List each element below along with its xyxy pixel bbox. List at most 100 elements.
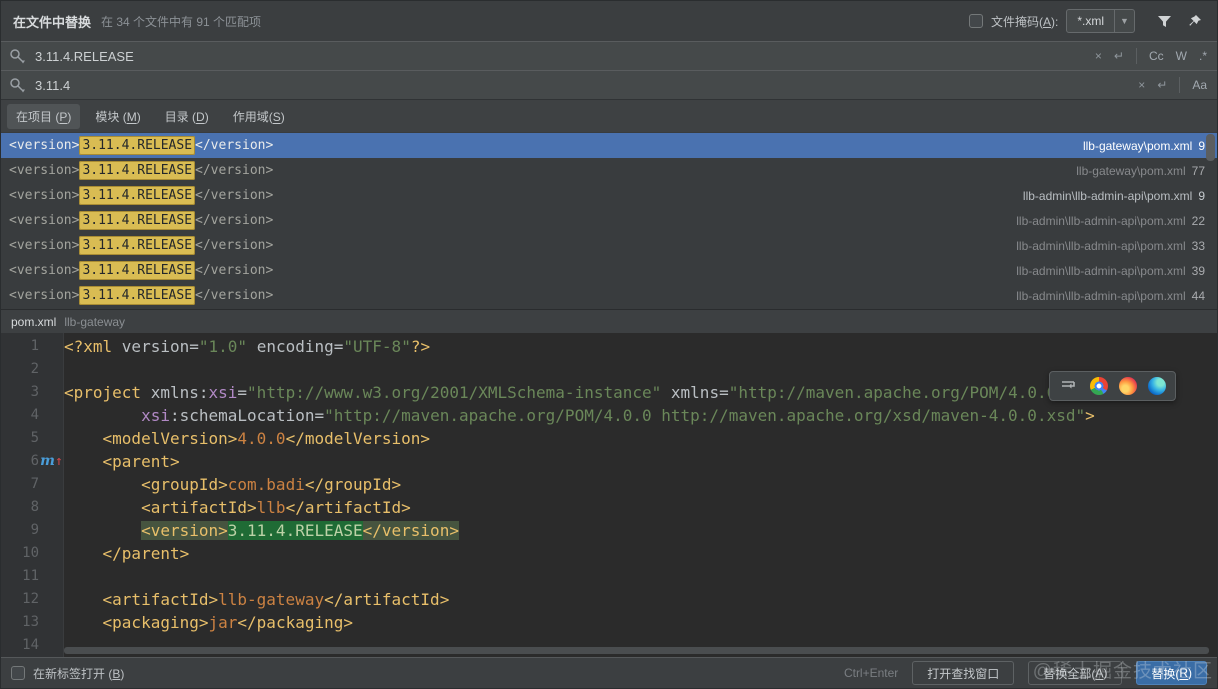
code-line[interactable]: 11 — [1, 565, 1217, 588]
scope-tab-P[interactable]: 在项目 (P) — [7, 103, 81, 129]
result-row[interactable]: <version> 3.11.4.RELEASE </version> llb-adm… — [1, 233, 1217, 258]
code-line[interactable]: 5 <modelVersion>4.0.0</modelVersion> — [1, 427, 1217, 450]
line-number: 8 — [30, 499, 39, 515]
scope-tab-M[interactable]: 模块 (M) — [86, 104, 149, 129]
preview-module-name: llb-gateway — [64, 314, 126, 329]
dialog-footer: 在新标签打开 (B) Ctrl+Enter 打开查找窗口 替换全部(A) 替换(… — [1, 657, 1217, 688]
file-mask-label: 文件掩码(A): — [990, 14, 1059, 29]
match-highlight: 3.11.4.RELEASE — [79, 261, 196, 280]
pin-icon[interactable] — [1183, 10, 1205, 32]
dialog-title: 在文件中替换 — [13, 14, 92, 30]
replace-field-row: 3.11.4 × ↵ Aa — [1, 70, 1217, 99]
regex-toggle[interactable]: .* — [1199, 49, 1207, 63]
divider — [1135, 48, 1137, 64]
match-highlight: 3.11.4.RELEASE — [79, 186, 196, 205]
match-highlight: 3.11.4.RELEASE — [79, 136, 196, 155]
match-snippet: <version> 3.11.4.RELEASE </version> — [9, 261, 274, 280]
shortcut-hint: Ctrl+Enter — [843, 666, 899, 680]
scope-tab-S[interactable]: 作用域(S) — [224, 104, 294, 129]
file-location: llb-admin\llb-admin-api\pom.xml 33 — [1016, 238, 1205, 253]
wrap-icon[interactable] — [1059, 377, 1079, 395]
whole-words-toggle[interactable]: W — [1176, 49, 1187, 63]
match-snippet: <version> 3.11.4.RELEASE </version> — [9, 186, 274, 205]
code-line[interactable]: 4 xsi:schemaLocation="http://maven.apach… — [1, 404, 1217, 427]
replace-button[interactable]: 替换(R) — [1136, 661, 1207, 685]
search-icon[interactable] — [9, 48, 27, 64]
line-number: 11 — [22, 568, 39, 584]
result-row[interactable]: <version> 3.11.4.RELEASE </version> llb-adm… — [1, 258, 1217, 283]
match-snippet: <version> 3.11.4.RELEASE </version> — [9, 286, 274, 305]
match-snippet: <version> 3.11.4.RELEASE </version> — [9, 161, 274, 180]
file-location: llb-admin\llb-admin-api\pom.xml 22 — [1016, 213, 1205, 228]
code-line[interactable]: 3 <project xmlns:xsi="http://www.w3.org/2… — [1, 381, 1217, 404]
edge-icon[interactable] — [1148, 377, 1166, 395]
code-area: 1 <?xml version="1.0" encoding="UTF-8"?> 2… — [1, 335, 1217, 657]
insert-newline-icon[interactable]: ↵ — [1157, 78, 1167, 92]
horizontal-scrollbar[interactable] — [64, 647, 1209, 654]
line-number: 6 — [30, 453, 39, 469]
match-summary: 在 34 个文件中有 91 个匹配项 — [101, 14, 262, 29]
maven-parent-icon[interactable]: m ↑ — [39, 450, 64, 473]
match-case-toggle[interactable]: Cc — [1149, 49, 1164, 63]
chevron-down-icon[interactable]: ▼ — [1114, 10, 1134, 32]
file-mask-checkbox[interactable] — [968, 14, 983, 28]
replace-all-button[interactable]: 替换全部(A) — [1028, 661, 1123, 685]
match-snippet: <version> 3.11.4.RELEASE </version> — [9, 211, 274, 230]
line-number: 13 — [22, 614, 39, 630]
filter-icon[interactable] — [1153, 10, 1175, 32]
file-location: llb-admin\llb-admin-api\pom.xml 39 — [1016, 263, 1205, 278]
replace-in-files-dialog: 在文件中替换 在 34 个文件中有 91 个匹配项 文件掩码(A): *.xml… — [0, 0, 1218, 689]
result-row[interactable]: <version> 3.11.4.RELEASE </version> llb-gat… — [1, 133, 1217, 158]
preview-header: pom.xml llb-gateway — [1, 309, 1217, 333]
clear-replace-icon[interactable]: × — [1138, 78, 1145, 92]
replace-input[interactable]: 3.11.4 — [35, 78, 70, 93]
match-snippet: <version> 3.11.4.RELEASE </version> — [9, 236, 274, 255]
firefox-icon[interactable] — [1119, 377, 1137, 395]
result-row[interactable]: <version> 3.11.4.RELEASE </version> llb-gat… — [1, 158, 1217, 183]
match-highlight: 3.11.4.RELEASE — [79, 286, 196, 305]
result-row[interactable]: <version> 3.11.4.RELEASE </version> llb-adm… — [1, 183, 1217, 208]
result-list: <version> 3.11.4.RELEASE </version> llb-gat… — [1, 132, 1217, 309]
clear-search-icon[interactable]: × — [1095, 49, 1102, 63]
code-line[interactable]: 13 <packaging>jar</packaging> — [1, 611, 1217, 634]
search-field-row: 3.11.4.RELEASE × ↵ Cc W .* — [1, 41, 1217, 70]
match-highlight: 3.11.4.RELEASE — [79, 211, 196, 230]
file-location: llb-gateway\pom.xml 77 — [1076, 163, 1205, 178]
line-number: 1 — [30, 338, 39, 354]
line-number: 3 — [30, 384, 39, 400]
code-line[interactable]: 2 — [1, 358, 1217, 381]
line-number: 10 — [22, 545, 39, 561]
insert-newline-icon[interactable]: ↵ — [1114, 49, 1124, 63]
code-line[interactable]: 6 m ↑ <parent> — [1, 450, 1217, 473]
code-line[interactable]: 12 <artifactId>llb-gateway</artifactId> — [1, 588, 1217, 611]
result-row[interactable]: <version> 3.11.4.RELEASE </version> llb-adm… — [1, 208, 1217, 233]
replace-icon[interactable] — [9, 77, 27, 93]
file-mask-value: *.xml — [1077, 14, 1104, 28]
vertical-scrollbar[interactable] — [1206, 134, 1215, 161]
code-line[interactable]: 7 <groupId>com.badi</groupId> — [1, 473, 1217, 496]
dialog-titlebar: 在文件中替换 在 34 个文件中有 91 个匹配项 文件掩码(A): *.xml… — [1, 1, 1217, 41]
search-input[interactable]: 3.11.4.RELEASE — [35, 49, 134, 64]
preserve-case-toggle[interactable]: Aa — [1192, 78, 1207, 92]
result-row[interactable]: <version> 3.11.4.RELEASE </version> llb-adm… — [1, 283, 1217, 308]
file-location: llb-admin\llb-admin-api\pom.xml 9 — [1022, 188, 1205, 203]
code-line[interactable]: 1 <?xml version="1.0" encoding="UTF-8"?> — [1, 335, 1217, 358]
code-line[interactable]: 9 <version>3.11.4.RELEASE</version> — [1, 519, 1217, 542]
open-in-new-tab-checkbox[interactable] — [11, 666, 25, 680]
match-snippet: <version> 3.11.4.RELEASE </version> — [9, 136, 274, 155]
open-in-new-tab-label: 在新标签打开 (B) — [33, 666, 125, 681]
scope-tab-D[interactable]: 目录 (D) — [156, 104, 218, 129]
open-find-window-button[interactable]: 打开查找窗口 — [912, 661, 1015, 685]
file-location: llb-admin\llb-admin-api\pom.xml 44 — [1016, 288, 1205, 303]
match-highlight: 3.11.4.RELEASE — [79, 161, 196, 180]
editor-preview[interactable]: 1 <?xml version="1.0" encoding="UTF-8"?> 2… — [1, 333, 1217, 657]
code-line[interactable]: 8 <artifactId>llb</artifactId> — [1, 496, 1217, 519]
line-number: 5 — [30, 430, 39, 446]
line-number: 2 — [30, 361, 39, 377]
preview-file-name: pom.xml — [11, 314, 57, 329]
browser-preview-toolbar — [1049, 371, 1176, 401]
file-mask-combobox[interactable]: *.xml ▼ — [1066, 9, 1135, 33]
chrome-icon[interactable] — [1090, 377, 1108, 395]
line-number: 4 — [30, 407, 39, 423]
code-line[interactable]: 10 </parent> — [1, 542, 1217, 565]
